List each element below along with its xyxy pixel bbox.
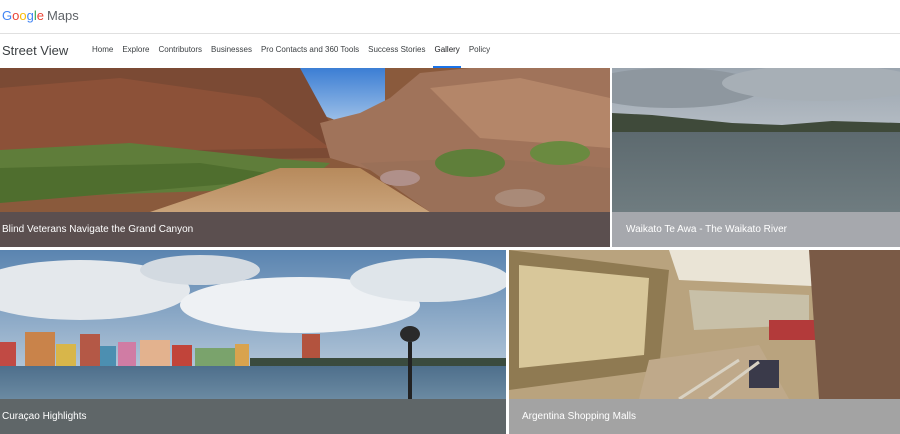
google-wordmark: Google (2, 8, 44, 23)
logo-letter: G (2, 8, 13, 23)
tile-title: Argentina Shopping Malls (522, 411, 636, 422)
logo-letter: o (19, 8, 27, 23)
nav-item-gallery[interactable]: Gallery (433, 34, 462, 68)
product-name: Maps (46, 8, 79, 23)
waikato-river-photo (612, 68, 900, 212)
google-maps-logo[interactable]: Google Maps (2, 8, 79, 23)
tile-title: Waikato Te Awa - The Waikato River (626, 224, 787, 235)
gallery-tile-waikato-river[interactable]: Waikato Te Awa - The Waikato River (612, 68, 900, 247)
gallery-tile-curacao[interactable]: Curaçao Highlights (0, 250, 506, 434)
shopping-mall-photo (509, 250, 900, 399)
grand-canyon-photo (0, 68, 610, 212)
curacao-photo (0, 250, 506, 399)
nav-item-explore[interactable]: Explore (122, 34, 149, 68)
nav-item-home[interactable]: Home (92, 34, 113, 68)
tile-title: Curaçao Highlights (2, 411, 87, 422)
gallery-tile-grand-canyon[interactable]: Blind Veterans Navigate the Grand Canyon (0, 68, 610, 247)
nav-item-pro-contacts[interactable]: Pro Contacts and 360 Tools (261, 34, 359, 68)
logo-letter: e (36, 8, 44, 23)
nav-item-contributors[interactable]: Contributors (158, 34, 202, 68)
gallery-tile-argentina-malls[interactable]: Argentina Shopping Malls (509, 250, 900, 434)
nav-item-success-stories[interactable]: Success Stories (368, 34, 425, 68)
section-title[interactable]: Street View (2, 43, 68, 58)
tile-title: Blind Veterans Navigate the Grand Canyon (2, 224, 194, 235)
tile-caption: Waikato Te Awa - The Waikato River (612, 212, 900, 247)
nav-item-policy[interactable]: Policy (469, 34, 490, 68)
tile-caption: Blind Veterans Navigate the Grand Canyon (0, 212, 610, 247)
nav-bar: Street View Home Explore Contributors Bu… (0, 34, 900, 68)
nav-menu: Home Explore Contributors Businesses Pro… (92, 34, 499, 68)
logo-letter: g (26, 8, 34, 23)
nav-item-businesses[interactable]: Businesses (211, 34, 252, 68)
tile-caption: Curaçao Highlights (0, 399, 506, 434)
top-bar: Google Maps (0, 0, 900, 34)
tile-caption: Argentina Shopping Malls (509, 399, 900, 434)
